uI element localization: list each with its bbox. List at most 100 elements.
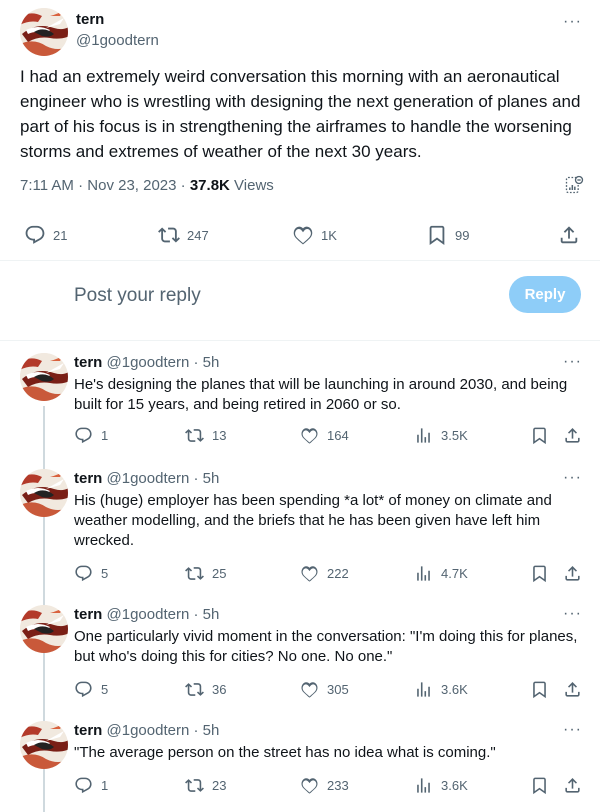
like-button[interactable]: 233 — [300, 776, 349, 795]
like-count: 305 — [327, 682, 349, 697]
repost-icon — [185, 776, 204, 795]
share-button[interactable] — [563, 776, 582, 795]
repost-button[interactable]: 36 — [185, 680, 226, 699]
reply-text: "The average person on the street has no… — [74, 744, 496, 761]
tweet-meta: 7:11 AM · Nov 23, 2023 · 37.8K Views — [20, 177, 274, 194]
bookmark-icon — [530, 680, 549, 699]
views-count: 4.7K — [441, 566, 468, 581]
analytics-icon[interactable] — [564, 175, 584, 200]
tweet-date[interactable]: Nov 23, 2023 — [87, 177, 176, 194]
reply-button[interactable]: 5 — [74, 564, 108, 583]
bookmark-button-main[interactable]: 99 — [426, 224, 469, 246]
repost-icon — [185, 426, 204, 445]
like-icon — [300, 680, 319, 699]
reply-count: 5 — [101, 566, 109, 581]
reply-text: He's designing the planes that will be l… — [74, 376, 568, 413]
like-count: 222 — [327, 566, 349, 581]
reply-time[interactable]: 5h — [203, 606, 220, 623]
share-icon — [563, 426, 582, 445]
reply-actions: 1 23 233 3.6K — [0, 776, 600, 798]
reply-header: tern @1goodtern · 5h — [74, 354, 219, 371]
share-icon — [563, 564, 582, 583]
meta-separator: · — [193, 606, 199, 623]
avatar[interactable] — [20, 8, 68, 56]
author-name[interactable]: tern — [76, 11, 104, 28]
views-button[interactable]: 4.7K — [414, 564, 468, 583]
like-button[interactable]: 164 — [300, 426, 349, 445]
reply-author-handle[interactable]: @1goodtern — [107, 470, 190, 487]
bookmark-icon — [426, 224, 448, 246]
like-icon — [300, 426, 319, 445]
tweet-time[interactable]: 7:11 AM — [20, 177, 74, 194]
reply-count: 1 — [101, 428, 109, 443]
more-icon[interactable]: ··· — [563, 14, 582, 30]
views-button[interactable]: 3.6K — [414, 776, 468, 795]
reply-header: tern @1goodtern · 5h — [74, 470, 219, 487]
reply-button[interactable]: 5 — [74, 680, 108, 699]
repost-count: 36 — [212, 682, 227, 697]
reply-actions: 1 13 164 3.5K — [0, 426, 600, 448]
views-icon — [414, 564, 433, 583]
repost-button[interactable]: 25 — [185, 564, 226, 583]
reply-header: tern @1goodtern · 5h — [74, 606, 219, 623]
reply-input[interactable]: Post your reply — [74, 285, 201, 307]
reply-author-name[interactable]: tern — [74, 354, 102, 371]
reply-author-handle[interactable]: @1goodtern — [107, 722, 190, 739]
repost-count: 13 — [212, 428, 227, 443]
avatar[interactable] — [20, 721, 68, 769]
divider — [0, 340, 600, 341]
repost-icon — [185, 680, 204, 699]
more-icon[interactable]: ··· — [563, 354, 582, 370]
more-icon[interactable]: ··· — [563, 722, 582, 738]
bookmark-button[interactable] — [530, 680, 549, 699]
views-button[interactable]: 3.5K — [414, 426, 468, 445]
like-button-main[interactable]: 1K — [292, 224, 337, 246]
avatar[interactable] — [20, 353, 68, 401]
like-button[interactable]: 222 — [300, 564, 349, 583]
share-button[interactable] — [563, 564, 582, 583]
avatar[interactable] — [20, 605, 68, 653]
share-button-main[interactable] — [558, 224, 580, 246]
reply-button[interactable]: 1 — [74, 776, 108, 795]
reply-button[interactable]: 1 — [74, 426, 108, 445]
reply-icon — [74, 776, 93, 795]
bookmark-icon — [530, 776, 549, 795]
reply-actions: 5 36 305 3.6K — [0, 680, 600, 702]
reply-author-handle[interactable]: @1goodtern — [107, 354, 190, 371]
bookmark-button[interactable] — [530, 426, 549, 445]
views-count: 3.6K — [441, 682, 468, 697]
reply-icon — [24, 224, 46, 246]
meta-separator: · — [193, 722, 199, 739]
reply-author-name[interactable]: tern — [74, 722, 102, 739]
repost-button-main[interactable]: 247 — [158, 224, 209, 246]
repost-count: 25 — [212, 566, 227, 581]
repost-button[interactable]: 13 — [185, 426, 226, 445]
tweet-text: I had an extremely weird conversation th… — [20, 67, 581, 161]
reply-author-name[interactable]: tern — [74, 470, 102, 487]
reply-submit-button[interactable]: Reply — [509, 276, 581, 313]
repost-button[interactable]: 23 — [185, 776, 226, 795]
reply-time[interactable]: 5h — [203, 470, 220, 487]
bookmark-button[interactable] — [530, 564, 549, 583]
meta-separator: · — [193, 470, 199, 487]
repost-count: 23 — [212, 778, 227, 793]
bookmark-count: 99 — [455, 227, 470, 243]
views-button[interactable]: 3.6K — [414, 680, 468, 699]
like-button[interactable]: 305 — [300, 680, 349, 699]
reply-time[interactable]: 5h — [203, 722, 220, 739]
reply-button-main[interactable]: 21 — [24, 224, 67, 246]
more-icon[interactable]: ··· — [563, 606, 582, 622]
reply-author-name[interactable]: tern — [74, 606, 102, 623]
reply-time[interactable]: 5h — [203, 354, 220, 371]
like-icon — [300, 776, 319, 795]
avatar[interactable] — [20, 469, 68, 517]
share-button[interactable] — [563, 680, 582, 699]
meta-separator: · — [180, 177, 186, 194]
author-handle[interactable]: @1goodtern — [76, 32, 159, 49]
reply-author-handle[interactable]: @1goodtern — [107, 606, 190, 623]
share-button[interactable] — [563, 426, 582, 445]
reply-icon — [74, 426, 93, 445]
more-icon[interactable]: ··· — [563, 470, 582, 486]
like-count: 233 — [327, 778, 349, 793]
bookmark-button[interactable] — [530, 776, 549, 795]
